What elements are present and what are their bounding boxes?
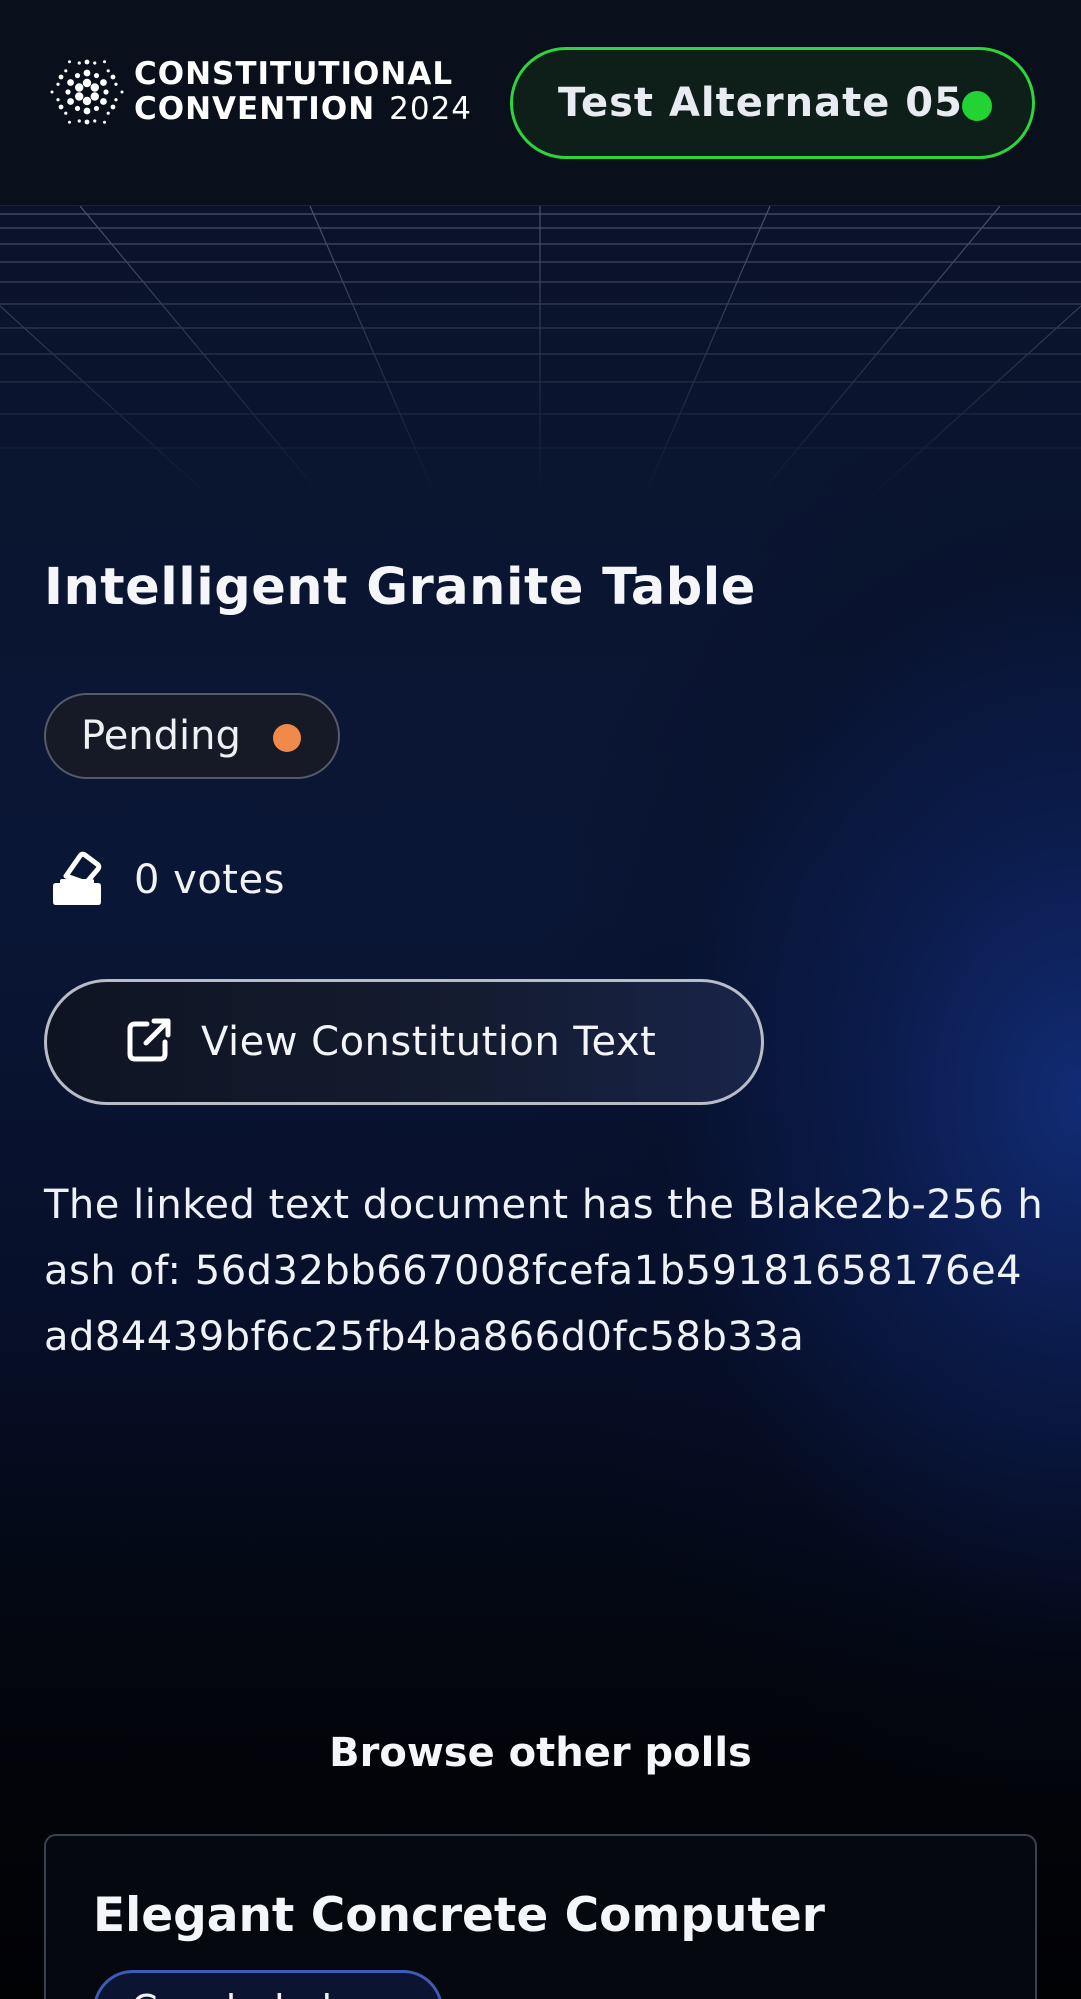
poll-card-title: Elegant Concrete Computer: [93, 1888, 825, 1943]
browse-other-polls-heading: Browse other polls: [329, 1730, 752, 1776]
logo-dot: [110, 74, 116, 80]
wallet-button[interactable]: Test Alternate 05: [510, 47, 1035, 159]
logo-dot: [84, 59, 90, 65]
view-constitution-text-button[interactable]: View Constitution Text: [44, 979, 764, 1105]
logo-dot: [50, 90, 54, 94]
logo-dot: [103, 120, 106, 124]
logo-dot: [100, 79, 107, 86]
logo-dot: [64, 111, 68, 115]
logo-dot: [114, 82, 118, 86]
wallet-connected-indicator: [962, 91, 992, 121]
logo-dot: [75, 83, 84, 92]
logo-dot: [77, 61, 81, 65]
logo-year: 2024: [389, 91, 473, 127]
logo-dot: [93, 119, 97, 123]
poll-card[interactable]: Elegant Concrete Computer Concluded: [44, 1834, 1037, 1999]
votes-count: 0 votes: [50, 850, 285, 910]
logo-dot: [82, 78, 92, 88]
logo-dot: [106, 111, 110, 115]
logo-dot: [114, 98, 118, 102]
logo-dot: [75, 92, 84, 101]
site-logo[interactable]: CONSTITUTIONAL CONVENTION 2024: [50, 50, 500, 134]
background-grid: [0, 206, 1081, 506]
logo-line-2: CONVENTION 2024: [134, 94, 472, 125]
logo-dot: [84, 119, 90, 125]
logo-dot: [93, 105, 100, 112]
view-constitution-text-label: View Constitution Text: [201, 1019, 657, 1065]
logo-dot: [83, 69, 91, 77]
logo-dot: [82, 96, 92, 106]
header: CONSTITUTIONAL CONVENTION 2024 Test Alte…: [0, 0, 1081, 206]
votes-label: 0 votes: [134, 857, 285, 903]
logo-text: CONSTITUTIONAL CONVENTION 2024: [134, 59, 472, 125]
ballot-box-icon: [50, 850, 104, 911]
logo-dot: [110, 104, 116, 110]
status-dot: [273, 724, 301, 752]
logo-line-1: CONSTITUTIONAL: [134, 56, 454, 92]
logo-dot: [74, 105, 81, 112]
logo-dot: [106, 69, 110, 73]
wallet-label: Test Alternate 05: [558, 80, 963, 126]
logo-dot: [77, 119, 81, 123]
logo-dot: [58, 74, 64, 80]
logo-dot: [93, 61, 97, 65]
status-label: Pending: [81, 713, 241, 759]
logo-dot: [120, 90, 124, 94]
status-badge: Pending: [44, 693, 340, 779]
external-link-icon: [125, 1016, 173, 1069]
page: CONSTITUTIONAL CONVENTION 2024 Test Alte…: [0, 0, 1081, 1999]
logo-dot: [90, 92, 99, 101]
logo-dot: [100, 98, 107, 105]
cardano-logo-icon: [50, 55, 124, 129]
logo-dot: [65, 89, 71, 95]
logo-dot: [83, 107, 91, 115]
logo-convention: CONVENTION: [134, 91, 376, 127]
logo-dot: [74, 72, 81, 79]
logo-dot: [103, 89, 109, 95]
logo-dot: [68, 120, 71, 124]
logo-dot: [67, 98, 74, 105]
logo-dot: [67, 79, 74, 86]
poll-card-status-badge: Concluded: [93, 1970, 443, 1999]
logo-dot: [93, 72, 100, 79]
logo-dot: [58, 104, 64, 110]
logo-dot: [90, 83, 99, 92]
logo-dot: [103, 60, 106, 64]
logo-dot: [56, 82, 60, 86]
logo-dot: [68, 60, 71, 64]
poll-title: Intelligent Granite Table: [44, 558, 756, 617]
logo-dot: [64, 69, 68, 73]
logo-dot: [56, 98, 60, 102]
hash-description: The linked text document has the Blake2b…: [44, 1182, 1044, 1360]
